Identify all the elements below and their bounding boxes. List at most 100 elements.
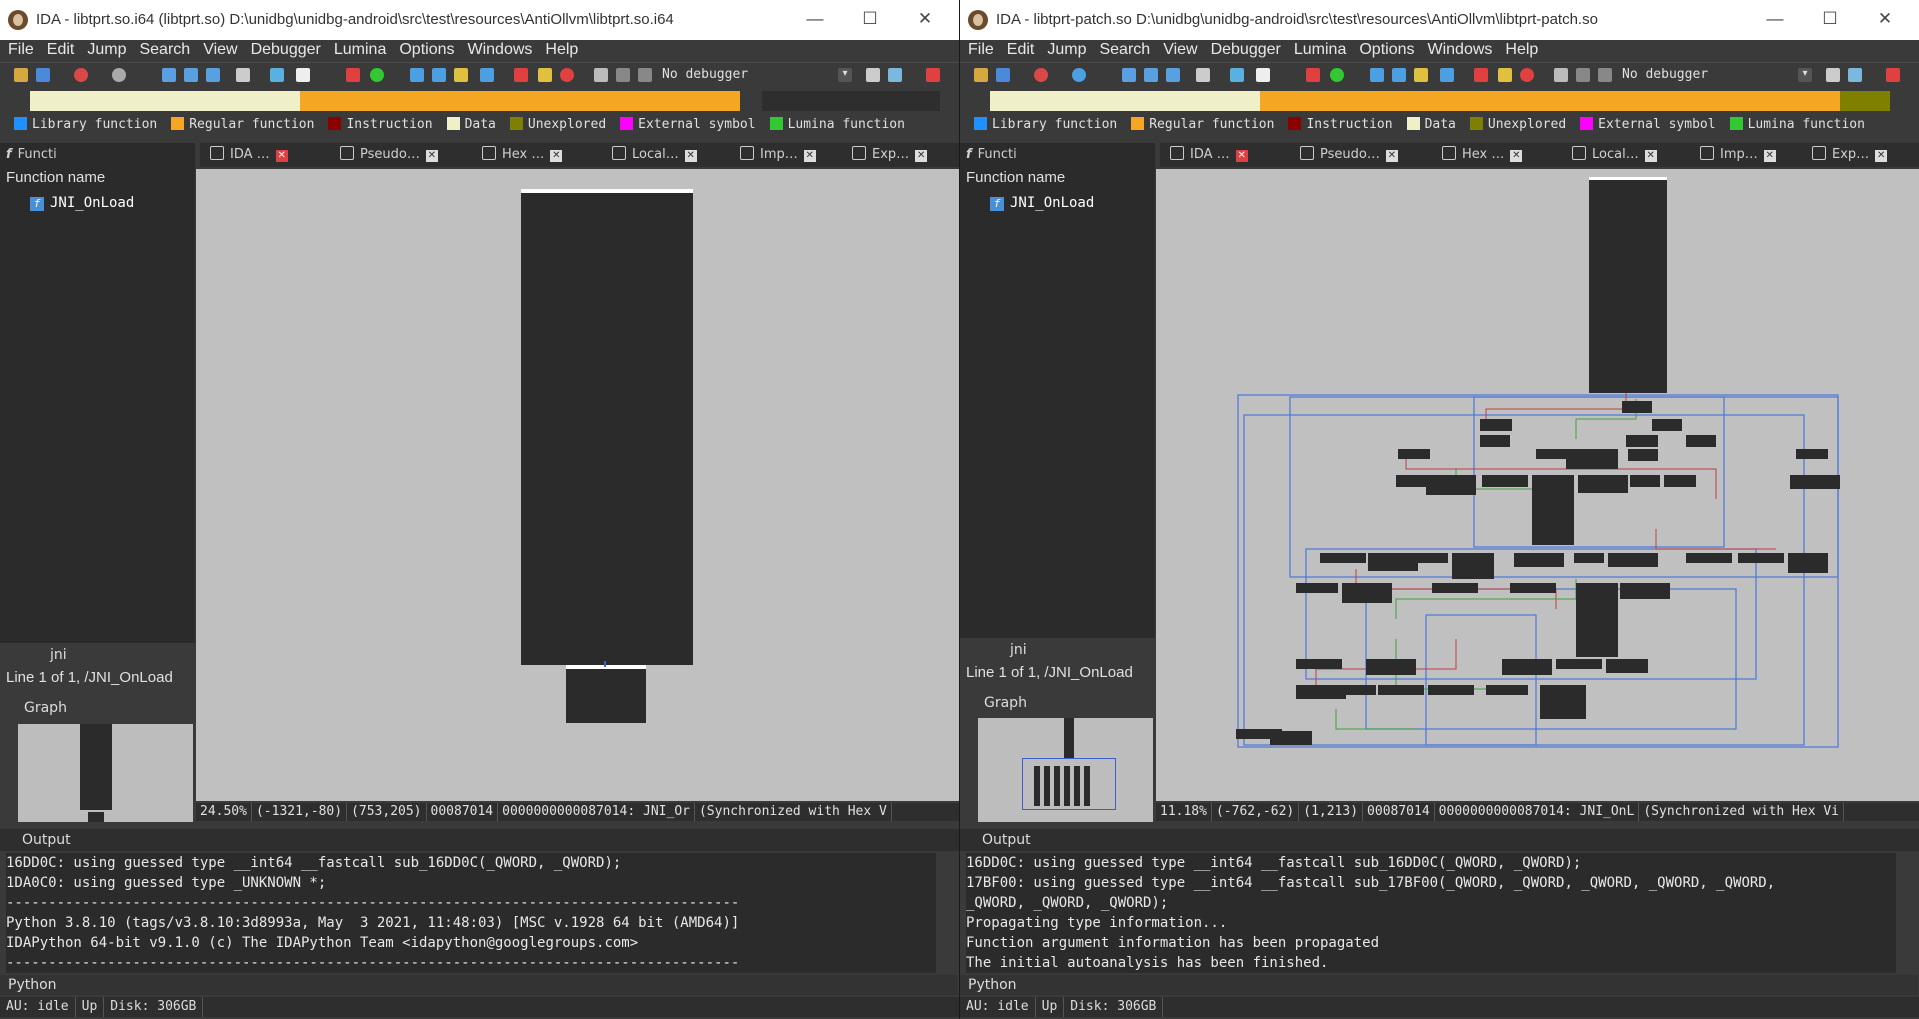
navigation-band[interactable]	[0, 90, 959, 112]
breakpoint-icon[interactable]	[1306, 68, 1320, 82]
debugger-select[interactable]: No debugger	[662, 67, 748, 82]
menu-file[interactable]: File	[0, 40, 39, 59]
debugger-select[interactable]: No debugger	[1622, 67, 1708, 82]
tab-hex-view[interactable]: Hex … ✕	[482, 145, 563, 167]
close-icon[interactable]: ✕	[1385, 150, 1398, 162]
forward-icon[interactable]	[1072, 68, 1086, 82]
menu-lumina[interactable]: Lumina	[1286, 40, 1351, 59]
stop-icon[interactable]	[1474, 68, 1488, 82]
tab-local-types[interactable]: Local… ✕	[1572, 145, 1657, 167]
function-row[interactable]: f JNI_OnLoad	[990, 195, 1094, 211]
script-icon[interactable]	[454, 68, 468, 82]
close-icon[interactable]: ✕	[915, 150, 928, 162]
menu-edit[interactable]: Edit	[39, 40, 80, 59]
tab-pseudocode[interactable]: Pseudo… ✕	[340, 145, 438, 167]
script-icon[interactable]	[1414, 68, 1428, 82]
jump-icon[interactable]	[270, 68, 284, 82]
breakpoint-icon[interactable]	[346, 68, 360, 82]
layout-icon[interactable]	[926, 68, 940, 82]
close-icon[interactable]: ✕	[425, 150, 438, 162]
maximize-button[interactable]: ☐	[1815, 6, 1845, 32]
pause-icon[interactable]	[616, 68, 630, 82]
cfg-icon[interactable]	[1826, 68, 1840, 82]
run-green-icon[interactable]	[370, 68, 384, 82]
run-green-icon[interactable]	[1330, 68, 1344, 82]
tab-ida-view[interactable]: IDA … ✕	[210, 145, 288, 167]
segments-icon[interactable]	[162, 68, 176, 82]
play-icon[interactable]	[1554, 68, 1568, 82]
tab-local-types[interactable]: Local… ✕	[612, 145, 697, 167]
menu-help[interactable]: Help	[537, 40, 583, 59]
jni-filter[interactable]: jni	[50, 647, 67, 663]
trace-icon[interactable]	[432, 68, 446, 82]
save-icon[interactable]	[36, 68, 50, 82]
hex-icon[interactable]	[1196, 68, 1210, 82]
menu-debugger[interactable]: Debugger	[1203, 40, 1286, 59]
close-icon[interactable]: ✕	[1763, 150, 1776, 162]
close-icon[interactable]: ✕	[684, 150, 697, 162]
function-row[interactable]: f JNI_OnLoad	[30, 195, 134, 211]
graph-canvas[interactable]	[196, 169, 959, 801]
jump-icon[interactable]	[1230, 68, 1244, 82]
menu-help[interactable]: Help	[1497, 40, 1543, 59]
save-icon[interactable]	[996, 68, 1010, 82]
menu-options[interactable]: Options	[391, 40, 459, 59]
close-icon[interactable]: ✕	[1510, 150, 1523, 162]
list-icon[interactable]	[1440, 68, 1454, 82]
close-icon[interactable]: ✕	[1644, 150, 1657, 162]
menu-edit[interactable]: Edit	[999, 40, 1040, 59]
enum-icon[interactable]	[206, 68, 220, 82]
layout-icon[interactable]	[1886, 68, 1900, 82]
graph-node-ret[interactable]	[566, 665, 646, 723]
tab-functions[interactable]: f Functi	[6, 145, 57, 167]
menu-windows[interactable]: Windows	[1419, 40, 1497, 59]
forward-icon[interactable]	[112, 68, 126, 82]
stop-icon[interactable]	[514, 68, 528, 82]
menu-lumina[interactable]: Lumina	[326, 40, 391, 59]
step-icon[interactable]	[410, 68, 424, 82]
chevron-down-icon[interactable]: ▾	[1798, 68, 1812, 82]
menu-jump[interactable]: Jump	[79, 40, 131, 59]
graph-node-main[interactable]	[521, 189, 693, 665]
cfg-icon[interactable]	[866, 68, 880, 82]
open-icon[interactable]	[974, 68, 988, 82]
close-icon[interactable]: ✕	[550, 150, 563, 162]
tab-ida-view[interactable]: IDA … ✕	[1170, 145, 1248, 167]
minimize-button[interactable]: —	[1760, 6, 1790, 32]
enum-icon[interactable]	[1166, 68, 1180, 82]
python-console[interactable]: Python	[0, 975, 958, 995]
graph-overview[interactable]	[978, 718, 1153, 822]
segments-icon[interactable]	[1122, 68, 1136, 82]
tab-functions[interactable]: f Functi	[966, 145, 1017, 167]
graph-overview[interactable]	[18, 724, 193, 822]
text-icon[interactable]	[296, 68, 310, 82]
trace-icon[interactable]	[1392, 68, 1406, 82]
tab-imports[interactable]: Imp… ✕	[1700, 145, 1776, 167]
close-icon[interactable]: ✕	[803, 150, 816, 162]
menu-windows[interactable]: Windows	[459, 40, 537, 59]
stop-debug-icon[interactable]	[638, 68, 652, 82]
play-icon[interactable]	[594, 68, 608, 82]
chevron-down-icon[interactable]: ▾	[838, 68, 852, 82]
minimize-button[interactable]: —	[800, 6, 830, 32]
tab-exports[interactable]: Exp… ✕	[852, 145, 928, 167]
delete-icon[interactable]	[560, 68, 574, 82]
open-icon[interactable]	[14, 68, 28, 82]
edit-icon[interactable]	[1498, 68, 1512, 82]
close-icon[interactable]: ✕	[1875, 150, 1888, 162]
menu-search[interactable]: Search	[1091, 40, 1155, 59]
step-icon[interactable]	[1370, 68, 1384, 82]
close-icon[interactable]: ✕	[1235, 150, 1248, 162]
close-window-button[interactable]: ✕	[1870, 6, 1900, 32]
tab-imports[interactable]: Imp… ✕	[740, 145, 816, 167]
menu-options[interactable]: Options	[1351, 40, 1419, 59]
maximize-button[interactable]: ☐	[855, 6, 885, 32]
navigation-band[interactable]	[960, 90, 1919, 112]
close-icon[interactable]: ✕	[275, 150, 288, 162]
menu-view[interactable]: View	[195, 40, 242, 59]
tab-pseudocode[interactable]: Pseudo… ✕	[1300, 145, 1398, 167]
tab-exports[interactable]: Exp… ✕	[1812, 145, 1888, 167]
close-window-button[interactable]: ✕	[910, 6, 940, 32]
menu-search[interactable]: Search	[131, 40, 195, 59]
delete-icon[interactable]	[1520, 68, 1534, 82]
